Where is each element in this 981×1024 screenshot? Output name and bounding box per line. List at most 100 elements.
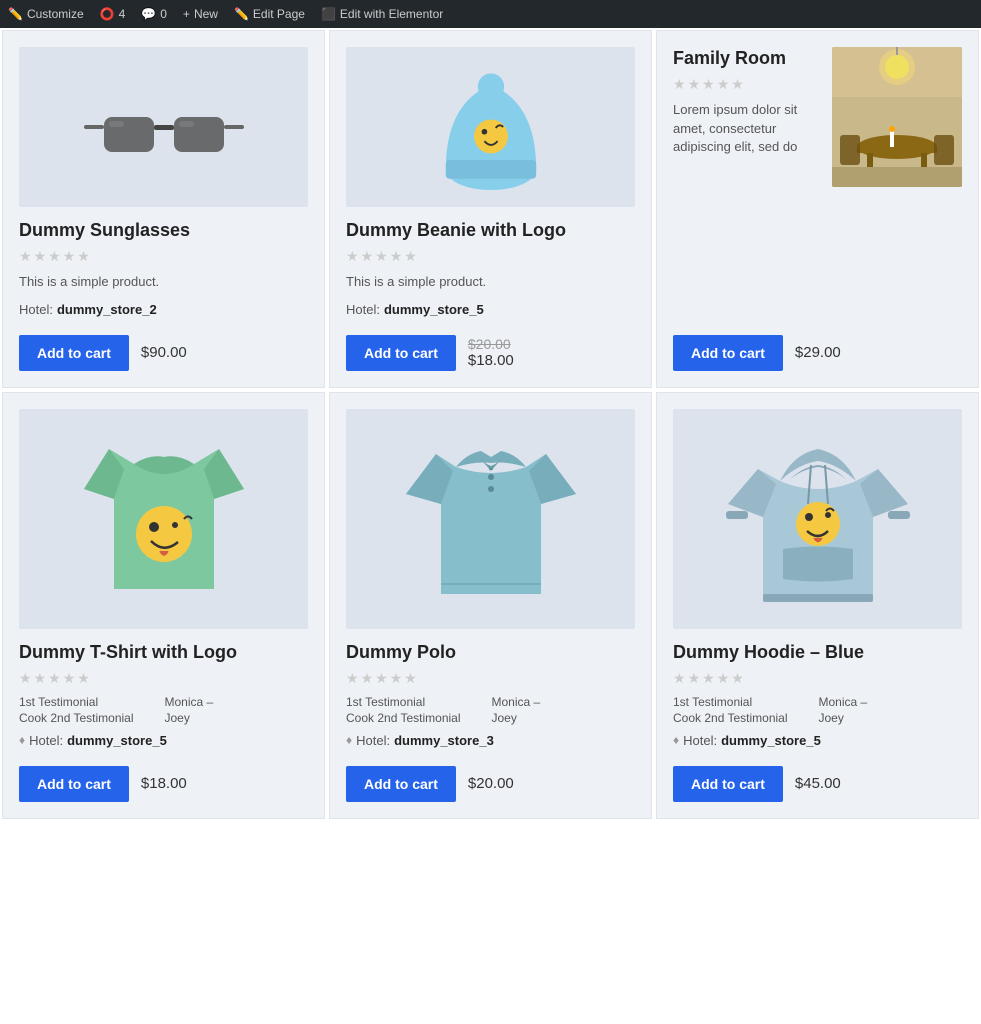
elementor-icon: ⬛	[321, 7, 336, 21]
elementor-label: Edit with Elementor	[340, 7, 443, 21]
edit-page-label: Edit Page	[253, 7, 305, 21]
star-rating: ★ ★ ★ ★ ★	[673, 76, 822, 93]
hotel-label: Hotel:	[346, 302, 380, 317]
hotel-info: Hotel: dummy_store_5	[346, 302, 635, 317]
product-price: $18.00	[141, 775, 187, 792]
testimonial-col2-row2: Joey	[165, 711, 309, 725]
testimonial-col2-row1: Monica –	[492, 695, 636, 709]
product-title: Dummy Hoodie – Blue	[673, 641, 962, 664]
testimonial-col1-row1: 1st Testimonial	[673, 695, 817, 709]
product-image-sunglasses	[19, 47, 308, 207]
new-btn[interactable]: + New	[183, 7, 218, 21]
customize-label: Customize	[27, 7, 84, 21]
add-to-cart-button[interactable]: Add to cart	[19, 766, 129, 802]
comments-icon: 💬	[141, 7, 156, 21]
product-grid: Dummy Sunglasses ★ ★ ★ ★ ★ This is a sim…	[0, 28, 981, 821]
comments-btn[interactable]: 💬 0	[141, 7, 167, 21]
testimonial-col2-row2: Joey	[819, 711, 963, 725]
product-card-dummy-hoodie-blue: Dummy Hoodie – Blue ★ ★ ★ ★ ★ 1st Testim…	[656, 392, 979, 819]
product-card-dummy-tshirt: Dummy T-Shirt with Logo ★ ★ ★ ★ ★ 1st Te…	[2, 392, 325, 819]
product-card-dummy-beanie: Dummy Beanie with Logo ★ ★ ★ ★ ★ This is…	[329, 30, 652, 388]
testimonial-col2-row2: Joey	[492, 711, 636, 725]
hotel-name: dummy_store_5	[67, 733, 167, 748]
testimonial-info: 1st Testimonial Monica – Cook 2nd Testim…	[19, 695, 308, 725]
family-room-image	[832, 47, 962, 187]
testimonial-info: 1st Testimonial Monica – Cook 2nd Testim…	[673, 695, 962, 725]
add-to-cart-row: Add to cart $29.00	[673, 327, 962, 371]
testimonial-col1-row1: 1st Testimonial	[346, 695, 490, 709]
admin-bar: ✏️ Customize ⭕ 4 💬 0 + New ✏️ Edit Page …	[0, 0, 981, 28]
testimonial-col1-row2: Cook 2nd Testimonial	[346, 711, 490, 725]
diamond-icon: ♦	[673, 733, 679, 747]
product-title: Family Room	[673, 47, 822, 70]
hotel-label: Hotel:	[19, 302, 53, 317]
add-to-cart-button[interactable]: Add to cart	[19, 335, 129, 371]
hotel-name: dummy_store_3	[394, 733, 494, 748]
product-image-tshirt	[19, 409, 308, 629]
add-to-cart-button[interactable]: Add to cart	[673, 766, 783, 802]
hotel-name: dummy_store_5	[721, 733, 821, 748]
product-card-dummy-polo: Dummy Polo ★ ★ ★ ★ ★ 1st Testimonial Mon…	[329, 392, 652, 819]
testimonial-col2-row1: Monica –	[165, 695, 309, 709]
revisions-count: 4	[119, 7, 126, 21]
elementor-btn[interactable]: ⬛ Edit with Elementor	[321, 7, 443, 21]
diamond-icon: ♦	[346, 733, 352, 747]
product-description: This is a simple product.	[19, 273, 308, 291]
new-label: New	[194, 7, 218, 21]
product-image-hoodie	[673, 409, 962, 629]
testimonial-col2-row1: Monica –	[819, 695, 963, 709]
testimonial-col1-row2: Cook 2nd Testimonial	[673, 711, 817, 725]
star-rating: ★ ★ ★ ★ ★	[673, 670, 962, 687]
product-price: $20.00	[468, 775, 514, 792]
family-room-text: Family Room ★ ★ ★ ★ ★ Lorem ipsum dolor …	[673, 47, 822, 187]
hotel-info: ♦ Hotel: dummy_store_5	[673, 733, 962, 748]
add-to-cart-row: Add to cart $20.00	[346, 758, 635, 802]
product-description: This is a simple product.	[346, 273, 635, 291]
add-to-cart-row: Add to cart $90.00	[19, 327, 308, 371]
hotel-info: ♦ Hotel: dummy_store_3	[346, 733, 635, 748]
add-to-cart-button[interactable]: Add to cart	[346, 766, 456, 802]
star-rating: ★ ★ ★ ★ ★	[19, 670, 308, 687]
add-to-cart-row: Add to cart $18.00	[19, 758, 308, 802]
hotel-name: dummy_store_5	[384, 302, 484, 317]
product-title: Dummy T-Shirt with Logo	[19, 641, 308, 664]
product-price: $29.00	[795, 344, 841, 361]
hotel-name: dummy_store_2	[57, 302, 157, 317]
star-rating: ★ ★ ★ ★ ★	[19, 248, 308, 265]
diamond-icon: ♦	[19, 733, 25, 747]
add-to-cart-button[interactable]: Add to cart	[346, 335, 456, 371]
product-card-dummy-sunglasses: Dummy Sunglasses ★ ★ ★ ★ ★ This is a sim…	[2, 30, 325, 388]
product-card-family-room: Family Room ★ ★ ★ ★ ★ Lorem ipsum dolor …	[656, 30, 979, 388]
product-description: Lorem ipsum dolor sit amet, consectetur …	[673, 101, 822, 156]
revisions-btn[interactable]: ⭕ 4	[100, 7, 126, 21]
product-image-polo	[346, 409, 635, 629]
hotel-label: Hotel:	[683, 733, 717, 748]
edit-page-btn[interactable]: ✏️ Edit Page	[234, 7, 305, 21]
product-image-beanie	[346, 47, 635, 207]
family-room-top: Family Room ★ ★ ★ ★ ★ Lorem ipsum dolor …	[673, 47, 962, 187]
product-title: Dummy Beanie with Logo	[346, 219, 635, 242]
add-to-cart-button[interactable]: Add to cart	[673, 335, 783, 371]
customize-btn[interactable]: ✏️ Customize	[8, 7, 84, 21]
product-price: $90.00	[141, 344, 187, 361]
testimonial-col1-row1: 1st Testimonial	[19, 695, 163, 709]
edit-page-icon: ✏️	[234, 7, 249, 21]
product-price: $45.00	[795, 775, 841, 792]
product-price-sale: $18.00	[468, 352, 514, 369]
testimonial-col1-row2: Cook 2nd Testimonial	[19, 711, 163, 725]
star-rating: ★ ★ ★ ★ ★	[346, 670, 635, 687]
price-block: $20.00 $18.00	[468, 336, 514, 369]
testimonial-info: 1st Testimonial Monica – Cook 2nd Testim…	[346, 695, 635, 725]
hotel-info: Hotel: dummy_store_2	[19, 302, 308, 317]
add-to-cart-row: Add to cart $20.00 $18.00	[346, 327, 635, 371]
hotel-label: Hotel:	[29, 733, 63, 748]
comments-count: 0	[160, 7, 167, 21]
revisions-icon: ⭕	[100, 7, 115, 21]
product-title: Dummy Polo	[346, 641, 635, 664]
hotel-info: ♦ Hotel: dummy_store_5	[19, 733, 308, 748]
add-to-cart-row: Add to cart $45.00	[673, 758, 962, 802]
customize-icon: ✏️	[8, 7, 23, 21]
product-title: Dummy Sunglasses	[19, 219, 308, 242]
star-rating: ★ ★ ★ ★ ★	[346, 248, 635, 265]
hotel-label: Hotel:	[356, 733, 390, 748]
